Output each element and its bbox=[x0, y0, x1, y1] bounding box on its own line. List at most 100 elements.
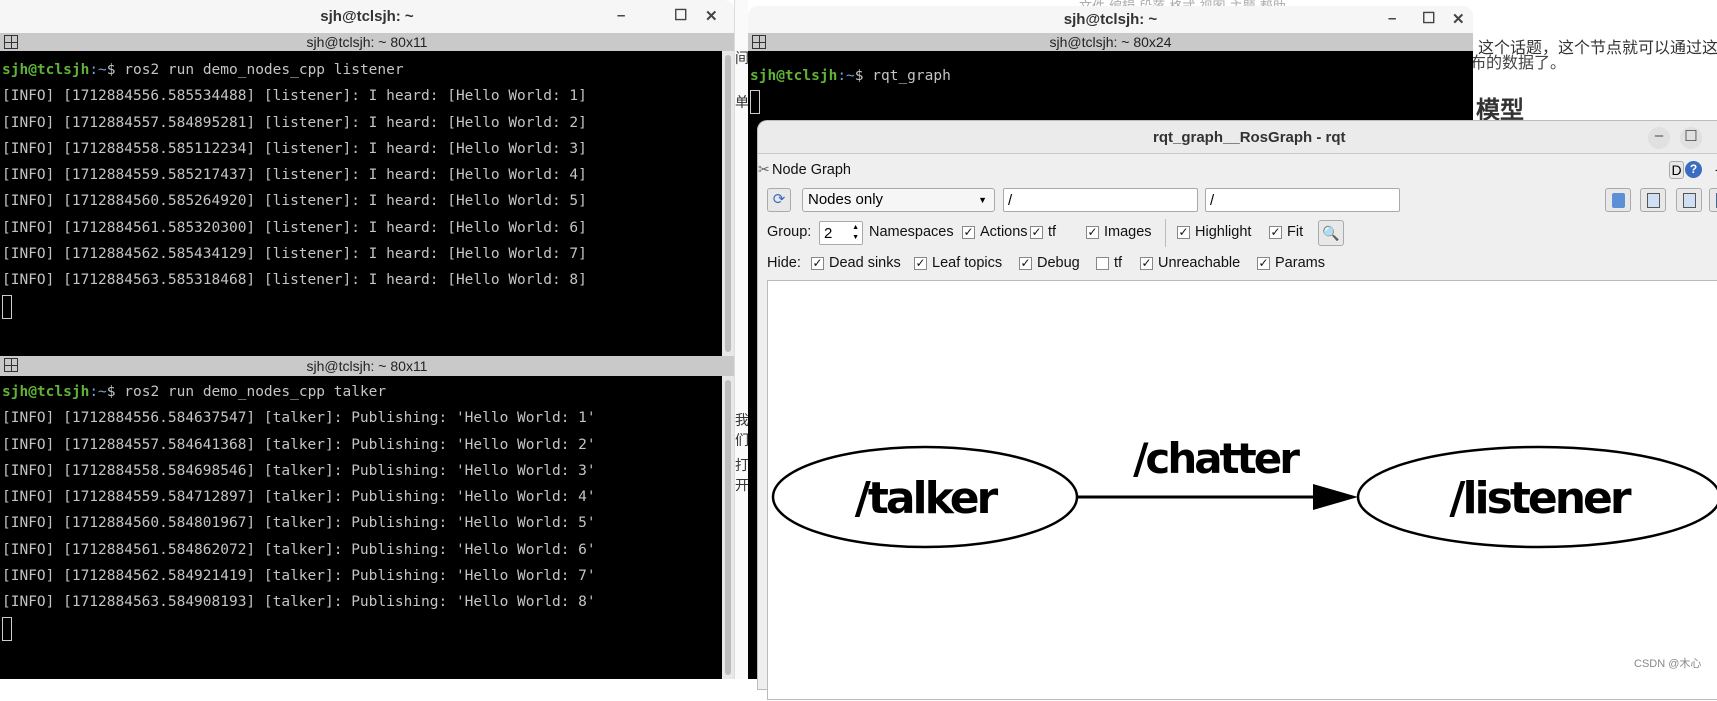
option-label: Highlight bbox=[1195, 224, 1252, 240]
save-svg-button[interactable] bbox=[1676, 188, 1702, 212]
prompt-line: sjh@tclsjh:~$ ros2 run demo_nodes_cpp ta… bbox=[0, 379, 722, 405]
checkbox[interactable]: ✓ bbox=[1086, 225, 1099, 239]
log-line: [INFO] [1712884560.584801967] [talker]: … bbox=[2, 515, 596, 532]
terminal-window-talker: sjh@tclsjh: ~ 80x11 sjh@tclsjh:~$ ros2 r… bbox=[0, 356, 734, 679]
window-title: sjh@tclsjh: ~ bbox=[1063, 11, 1158, 28]
maximize-button[interactable]: ☐ bbox=[1422, 9, 1435, 27]
save-dot-button[interactable] bbox=[1640, 188, 1666, 212]
option-highlight[interactable]: ✓ Highlight bbox=[1177, 224, 1251, 240]
help-icon[interactable]: ? bbox=[1685, 161, 1702, 178]
command: ros2 run demo_nodes_cpp talker bbox=[124, 384, 387, 400]
arrowhead bbox=[1313, 484, 1358, 510]
option-params[interactable]: ✓ Params bbox=[1257, 255, 1325, 271]
log-line: [INFO] [1712884563.584908193] [talker]: … bbox=[2, 594, 596, 611]
maximize-button[interactable]: ☐ bbox=[674, 6, 687, 24]
option-label: Images bbox=[1104, 224, 1152, 240]
checkbox[interactable]: ✓ bbox=[1030, 225, 1043, 239]
topic-filter-input[interactable] bbox=[1205, 188, 1400, 212]
command: ros2 run demo_nodes_cpp listener bbox=[124, 62, 404, 78]
checkbox[interactable] bbox=[1096, 256, 1109, 270]
option-label: Namespaces bbox=[869, 224, 954, 240]
tab-title: sjh@tclsjh: ~ 80x24 bbox=[1049, 34, 1172, 50]
scrollbar[interactable] bbox=[722, 51, 734, 356]
log-line: [INFO] [1712884560.585264920] [listener]… bbox=[2, 193, 587, 210]
log-line: [INFO] [1712884559.584712897] [talker]: … bbox=[2, 489, 596, 506]
terminal-tab[interactable]: sjh@tclsjh: ~ 80x24 bbox=[748, 33, 1473, 51]
node-filter-input[interactable] bbox=[1003, 188, 1198, 212]
prompt-path: :~ bbox=[89, 384, 107, 400]
split-icon[interactable] bbox=[4, 358, 18, 372]
option-leaf-topics[interactable]: ✓ Leaf topics bbox=[914, 255, 1002, 271]
checkbox[interactable]: ✓ bbox=[1177, 225, 1190, 239]
option-dead-sinks[interactable]: ✓ Dead sinks bbox=[811, 255, 901, 271]
window-title: rqt_graph__RosGraph - rqt bbox=[1153, 129, 1346, 146]
option-unreachable[interactable]: ✓ Unreachable bbox=[1140, 255, 1240, 271]
checkbox[interactable]: ✓ bbox=[811, 256, 824, 270]
checkbox[interactable]: ✓ bbox=[1140, 256, 1153, 270]
option-fit[interactable]: ✓ Fit bbox=[1269, 224, 1303, 240]
checkbox[interactable]: ✓ bbox=[1019, 256, 1032, 270]
fit-view-button[interactable]: 🔍 bbox=[1318, 220, 1344, 246]
file-icon bbox=[1612, 193, 1625, 208]
checkbox[interactable]: ✓ bbox=[962, 225, 975, 239]
doc-char: 打开 bbox=[735, 458, 749, 494]
option-label: tf bbox=[1048, 224, 1057, 240]
split-icon[interactable] bbox=[4, 35, 18, 49]
option-tf[interactable]: tf bbox=[1096, 255, 1122, 271]
tab-title: sjh@tclsjh: ~ 80x11 bbox=[306, 34, 428, 50]
graph-node-label: /listener bbox=[1449, 473, 1631, 524]
checkbox[interactable]: ✓ bbox=[1257, 256, 1270, 270]
option-namespaces[interactable]: Namespaces bbox=[869, 224, 954, 240]
tools-icon: ✂ bbox=[758, 161, 770, 177]
option-debug[interactable]: ✓ Debug bbox=[1019, 255, 1080, 271]
option-tf[interactable]: ✓ tf bbox=[1030, 224, 1056, 240]
load-dot-button[interactable] bbox=[1605, 188, 1631, 212]
prompt-symbol: $ bbox=[106, 384, 125, 400]
graph-type-select[interactable]: Nodes only ▼ bbox=[802, 188, 995, 212]
cursor bbox=[2, 616, 12, 641]
dock-d-button[interactable]: D bbox=[1669, 161, 1684, 179]
split-icon[interactable] bbox=[752, 35, 766, 49]
close-button[interactable]: ✕ bbox=[705, 7, 718, 25]
background-doc-text: 布的数据了。 bbox=[1470, 53, 1567, 72]
separator bbox=[1165, 219, 1166, 247]
option-label: Actions bbox=[980, 224, 1028, 240]
option-label: Dead sinks bbox=[829, 255, 901, 271]
graph-canvas[interactable]: /talker /listener /chatter bbox=[767, 280, 1717, 700]
terminal-output[interactable]: sjh@tclsjh:~$ ros2 run demo_nodes_cpp ta… bbox=[0, 376, 722, 679]
save-icon bbox=[1647, 193, 1660, 208]
log-line: [INFO] [1712884562.585434129] [listener]… bbox=[2, 246, 587, 263]
save-icon bbox=[1683, 193, 1696, 208]
option-actions[interactable]: ✓ Actions bbox=[962, 224, 1028, 240]
window-title: sjh@tclsjh: ~ bbox=[320, 8, 414, 25]
minimize-button[interactable]: – bbox=[617, 7, 625, 24]
minimize-button[interactable]: – bbox=[1388, 10, 1396, 27]
option-label: tf bbox=[1114, 255, 1123, 271]
prompt-symbol: $ bbox=[106, 62, 125, 78]
maximize-button[interactable]: ☐ bbox=[1680, 127, 1702, 149]
log-line: [INFO] [1712884558.585112234] [listener]… bbox=[2, 140, 587, 157]
close-button[interactable]: ✕ bbox=[1452, 10, 1465, 28]
checkbox[interactable]: ✓ bbox=[1269, 225, 1282, 239]
window-titlebar: sjh@tclsjh: ~ – ☐ ✕ bbox=[748, 6, 1473, 33]
terminal-tab[interactable]: sjh@tclsjh: ~ 80x11 bbox=[0, 33, 734, 51]
refresh-button[interactable]: ⟳ bbox=[767, 188, 791, 212]
save-image-button[interactable] bbox=[1709, 188, 1717, 212]
minimize-button[interactable]: – bbox=[1648, 127, 1670, 149]
graph-node-label: /talker bbox=[855, 473, 999, 524]
checkbox[interactable]: ✓ bbox=[914, 256, 927, 270]
prompt-line: sjh@tclsjh:~$ rqt_graph bbox=[748, 63, 1473, 89]
command: rqt_graph bbox=[872, 68, 951, 84]
tab-title: sjh@tclsjh: ~ 80x11 bbox=[306, 358, 428, 374]
prompt-user: sjh@tclsjh bbox=[2, 384, 90, 400]
prompt-user: sjh@tclsjh bbox=[750, 68, 838, 84]
option-images[interactable]: ✓ Images bbox=[1086, 224, 1152, 240]
graph-edge-label: /chatter bbox=[1133, 434, 1300, 483]
cursor bbox=[2, 294, 12, 319]
log-line: [INFO] [1712884563.585318468] [listener]… bbox=[2, 272, 587, 289]
scrollbar[interactable] bbox=[722, 376, 734, 679]
terminal-tab[interactable]: sjh@tclsjh: ~ 80x11 bbox=[0, 356, 734, 376]
terminal-output[interactable]: sjh@tclsjh:~$ ros2 run demo_nodes_cpp li… bbox=[0, 51, 722, 356]
terminal-window-listener: sjh@tclsjh: ~ – ☐ ✕ sjh@tclsjh: ~ 80x11 … bbox=[0, 0, 734, 356]
rqt-titlebar: rqt_graph__RosGraph - rqt – ☐ bbox=[758, 121, 1717, 154]
